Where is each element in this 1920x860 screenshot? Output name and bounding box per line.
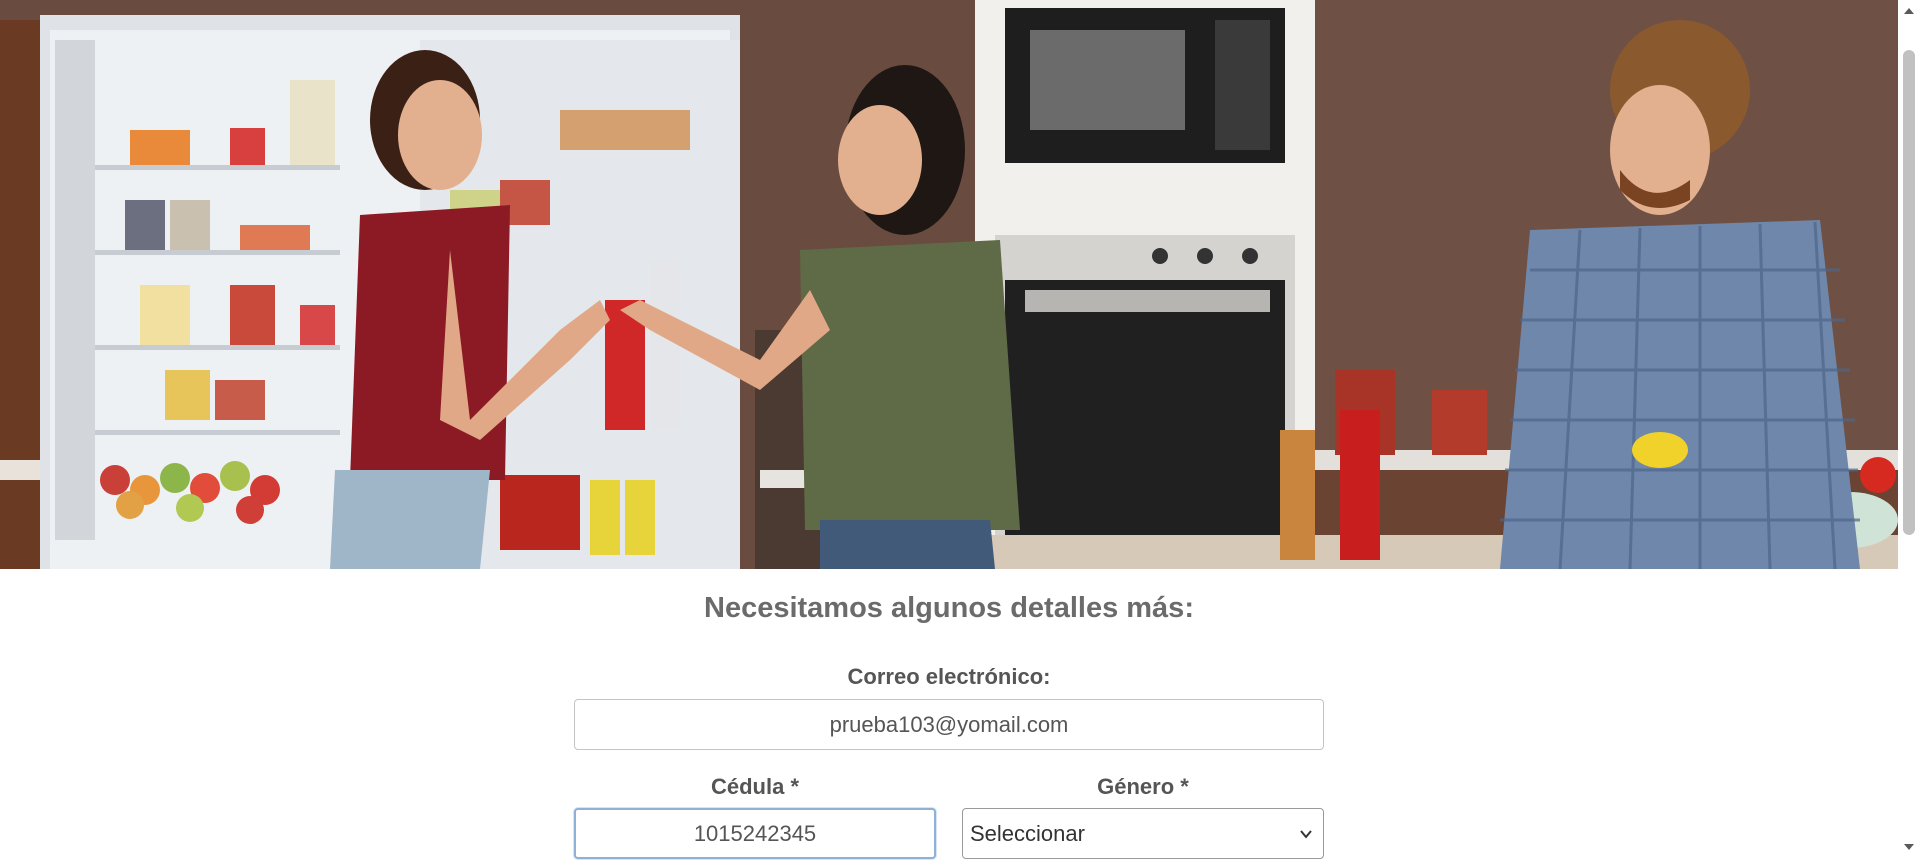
email-field[interactable] [574,699,1324,750]
arrow-up-icon[interactable] [1898,2,1920,20]
hero-banner [0,0,1898,569]
kitchen-scene-image [0,0,1898,569]
genero-selected-value: Seleccionar [970,820,1085,846]
cedula-label: Cédula * [710,774,800,799]
genero-label: Género * [1097,774,1189,799]
chevron-down-icon [1300,830,1312,839]
arrow-down-icon[interactable] [1898,838,1920,856]
scrollbar-thumb[interactable] [1903,50,1915,535]
form-title: Necesitamos algunos detalles más: [704,592,1194,624]
email-label: Correo electrónico: [847,664,1051,689]
genero-select[interactable]: Seleccionar [962,808,1324,859]
cedula-field[interactable] [574,808,936,859]
page-scrollbar[interactable] [1898,0,1920,860]
